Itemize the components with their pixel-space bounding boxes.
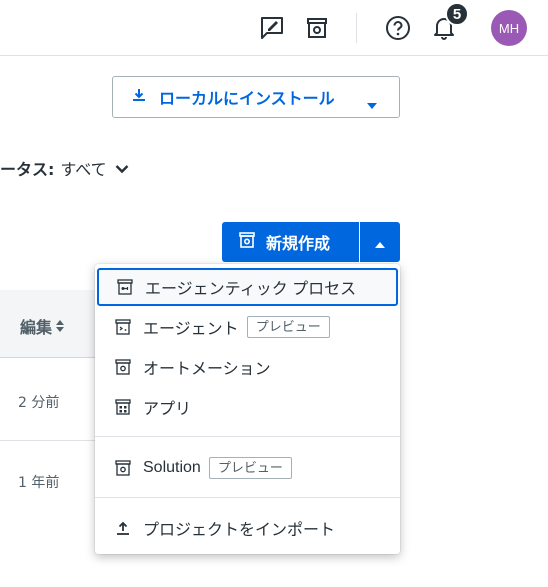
menu-divider <box>95 436 400 437</box>
automation-icon <box>115 359 131 375</box>
install-locally-button[interactable]: ローカルにインストール <box>112 76 400 118</box>
avatar[interactable]: MH <box>491 10 527 46</box>
caret-up-icon <box>375 233 385 252</box>
agent-icon <box>115 319 131 335</box>
table-cell-modified: 1 年前 <box>18 475 60 491</box>
menu-item-label: アプリ <box>143 401 192 418</box>
preview-badge: プレビュー <box>246 316 330 338</box>
top-header: 5 MH <box>0 0 548 56</box>
help-icon[interactable] <box>384 14 412 42</box>
menu-item-solution[interactable]: Solution プレビュー <box>95 449 400 487</box>
upload-icon <box>115 520 131 536</box>
header-divider <box>356 13 357 43</box>
install-locally-label: ローカルにインストール <box>159 89 335 108</box>
feedback-icon[interactable] <box>258 14 286 42</box>
menu-item-label: エージェンティック プロセス <box>145 281 357 298</box>
chevron-down-icon <box>115 159 129 178</box>
sort-icon <box>56 320 65 332</box>
menu-item-label: オートメーション <box>143 361 271 378</box>
menu-item-agent[interactable]: エージェント プレビュー <box>95 308 400 346</box>
download-icon <box>131 87 147 107</box>
menu-item-label: プロジェクトをインポート <box>143 522 336 539</box>
new-dropdown-menu: エージェンティック プロセス エージェント プレビュー オートメーション アプリ… <box>95 264 400 554</box>
row-divider <box>0 440 100 441</box>
app-icon <box>115 399 131 415</box>
menu-item-import-project[interactable]: プロジェクトをインポート <box>95 509 400 547</box>
new-button-dropdown-toggle[interactable] <box>360 222 400 262</box>
menu-item-label: Solution <box>143 459 201 476</box>
create-icon <box>238 231 256 253</box>
status-filter-value: すべて <box>60 160 107 179</box>
menu-item-agentic-process[interactable]: エージェンティック プロセス <box>97 268 398 306</box>
table-header: 編集 <box>0 290 100 358</box>
column-header-label: 編集 <box>20 318 53 337</box>
menu-divider <box>95 497 400 498</box>
menu-item-app[interactable]: アプリ <box>95 388 400 426</box>
menu-item-label: エージェント <box>143 321 239 338</box>
notification-badge: 5 <box>445 2 469 26</box>
column-header-edited[interactable]: 編集 <box>20 314 65 338</box>
agentic-process-icon <box>117 279 133 295</box>
status-filter[interactable]: ータス: すべて <box>0 156 129 180</box>
status-filter-label: ータス: <box>0 160 55 179</box>
new-button-label: 新規作成 <box>266 234 331 253</box>
new-button[interactable]: 新規作成 <box>222 222 359 262</box>
store-icon[interactable] <box>303 14 331 42</box>
table-cell-modified: 2 分前 <box>18 395 60 411</box>
caret-down-icon <box>367 94 377 113</box>
preview-badge: プレビュー <box>208 457 292 479</box>
solution-icon <box>115 460 131 476</box>
menu-item-automation[interactable]: オートメーション <box>95 348 400 386</box>
